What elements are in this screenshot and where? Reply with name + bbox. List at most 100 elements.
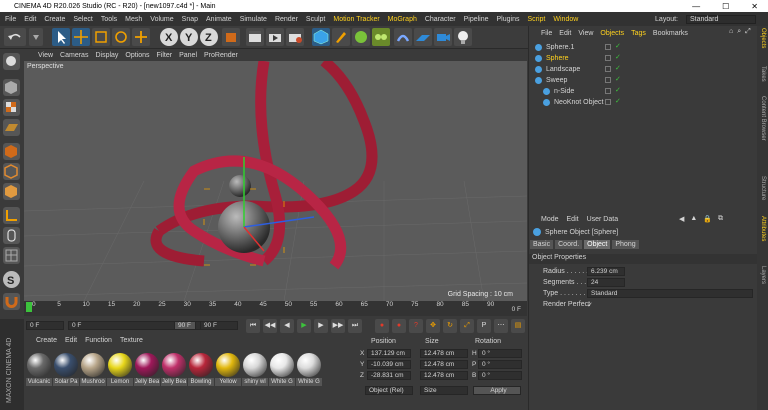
move-tool-button[interactable] bbox=[72, 28, 90, 46]
snap-button[interactable]: S bbox=[3, 271, 20, 288]
side-tab[interactable]: Layers bbox=[760, 266, 766, 284]
side-tab[interactable]: Takes bbox=[760, 66, 766, 82]
attr-tab-object[interactable]: Object bbox=[584, 240, 611, 249]
apply-button[interactable]: Apply bbox=[473, 386, 521, 395]
material-swatch[interactable]: shiny wl bbox=[242, 352, 268, 392]
subdivision-button[interactable] bbox=[352, 28, 370, 46]
attr-tab-phong[interactable]: Phong bbox=[612, 240, 639, 249]
timeline-ruler[interactable]: 0 5 10 15 20 25 30 35 40 45 50 55 60 65 70 75 80 85 90 0 F bbox=[24, 301, 527, 316]
enable-check-icon[interactable]: ✓ bbox=[615, 42, 621, 50]
close-button[interactable]: ✕ bbox=[751, 2, 758, 11]
lock-icon[interactable]: 🔒 bbox=[703, 215, 712, 223]
position-field[interactable]: 137.129 cm bbox=[367, 349, 411, 358]
size-field[interactable]: 12.478 cm bbox=[420, 349, 468, 358]
home-icon[interactable]: ⌂ bbox=[729, 28, 733, 36]
make-editable-button[interactable] bbox=[3, 53, 20, 70]
side-tab[interactable]: Structure bbox=[760, 176, 766, 200]
keyframe-selection-icon[interactable]: ? bbox=[409, 319, 423, 333]
viewport-menu-view[interactable]: View bbox=[38, 52, 53, 59]
attr-menu-user-data[interactable]: User Data bbox=[587, 216, 619, 223]
live-selection-button[interactable] bbox=[52, 28, 70, 46]
y-axis-button[interactable]: Y bbox=[180, 28, 198, 46]
viewport-menu-panel[interactable]: Panel bbox=[179, 52, 197, 59]
rotation-key-icon[interactable]: ↻ bbox=[443, 319, 457, 333]
coord-size-select[interactable]: Size bbox=[420, 386, 468, 395]
viewport-3d[interactable]: Perspective Grid Spacing : 10 cm bbox=[24, 61, 527, 301]
solo-button[interactable] bbox=[3, 247, 20, 264]
position-field[interactable]: -10.039 cm bbox=[367, 360, 411, 369]
material-swatch[interactable]: Vulcanic bbox=[26, 352, 52, 392]
render-view-button[interactable] bbox=[246, 28, 264, 46]
render-picture-viewer-button[interactable] bbox=[266, 28, 284, 46]
light-button[interactable] bbox=[454, 28, 472, 46]
pla-key-icon[interactable]: ⋯ bbox=[494, 319, 508, 333]
go-to-start-icon[interactable]: ⏮ bbox=[246, 319, 260, 333]
side-tab[interactable]: Content Browser bbox=[760, 96, 766, 141]
material-swatch[interactable]: Lemon bbox=[107, 352, 133, 392]
axis-mode-button[interactable] bbox=[3, 207, 20, 224]
tweak-mode-button[interactable] bbox=[3, 227, 20, 244]
enable-check-icon[interactable]: ✓ bbox=[615, 75, 621, 83]
visibility-toggle[interactable] bbox=[605, 99, 611, 105]
rotation-field[interactable]: 0 ° bbox=[478, 371, 522, 380]
next-frame-icon[interactable]: ▶ bbox=[314, 319, 328, 333]
material-swatch[interactable]: White G bbox=[296, 352, 322, 392]
end-frame-field[interactable]: 90 F bbox=[200, 321, 238, 330]
mat-menu-function[interactable]: Function bbox=[85, 337, 112, 344]
sphere-1-object[interactable] bbox=[229, 175, 251, 197]
viewport-menu-filter[interactable]: Filter bbox=[157, 52, 173, 59]
visibility-toggle[interactable] bbox=[605, 66, 611, 72]
edges-mode-button[interactable] bbox=[3, 163, 20, 180]
side-tab[interactable]: Objects bbox=[760, 28, 766, 48]
menu-snap[interactable]: Snap bbox=[182, 16, 198, 23]
menu-character[interactable]: Character bbox=[425, 16, 456, 23]
viewport-menu-display[interactable]: Display bbox=[95, 52, 118, 59]
next-key-icon[interactable]: ▶▶ bbox=[331, 319, 345, 333]
viewport-menu-prorender[interactable]: ProRender bbox=[204, 52, 238, 59]
object-row[interactable]: Sphere ✓ bbox=[529, 53, 758, 64]
record-icon[interactable]: ● bbox=[375, 319, 389, 333]
layout-select[interactable]: Standard bbox=[686, 14, 756, 24]
rotation-field[interactable]: 0 ° bbox=[478, 360, 522, 369]
enable-check-icon[interactable]: ✓ bbox=[615, 86, 621, 94]
pen-button[interactable] bbox=[332, 28, 350, 46]
back-arrow-icon[interactable]: ◀ bbox=[679, 215, 684, 223]
up-arrow-icon[interactable]: ▲ bbox=[690, 215, 697, 223]
menu-mograph[interactable]: MoGraph bbox=[388, 16, 417, 23]
menu-volume[interactable]: Volume bbox=[150, 16, 173, 23]
rotation-field[interactable]: 0 ° bbox=[478, 349, 522, 358]
floor-button[interactable] bbox=[414, 28, 432, 46]
render-settings-button[interactable] bbox=[286, 28, 304, 46]
end-frame-chip[interactable]: 90 F bbox=[174, 321, 196, 330]
attr-tab-coord[interactable]: Coord. bbox=[555, 240, 583, 249]
camera-button[interactable] bbox=[434, 28, 452, 46]
z-axis-button[interactable]: Z bbox=[200, 28, 218, 46]
mat-menu-edit[interactable]: Edit bbox=[65, 337, 77, 344]
polygons-mode-button[interactable] bbox=[3, 183, 20, 200]
timeline-window-icon[interactable]: ▤ bbox=[511, 319, 525, 333]
material-swatch[interactable]: Solar Pa bbox=[53, 352, 79, 392]
expand-icon[interactable]: ⤢ bbox=[745, 28, 751, 36]
menu-select[interactable]: Select bbox=[73, 16, 92, 23]
deformer-button[interactable] bbox=[394, 28, 412, 46]
attr-field-value[interactable]: 6.239 cm bbox=[587, 267, 625, 276]
param-key-icon[interactable]: P bbox=[477, 319, 491, 333]
visibility-toggle[interactable] bbox=[605, 55, 611, 61]
enable-check-icon[interactable]: ✓ bbox=[615, 97, 621, 105]
material-swatch[interactable]: Mushroo bbox=[80, 352, 106, 392]
mat-menu-texture[interactable]: Texture bbox=[120, 337, 143, 344]
points-mode-button[interactable] bbox=[3, 143, 20, 160]
obj-menu-file[interactable]: File bbox=[541, 30, 552, 37]
new-window-icon[interactable]: ⧉ bbox=[718, 215, 723, 223]
obj-menu-bookmarks[interactable]: Bookmarks bbox=[653, 30, 688, 37]
enable-check-icon[interactable]: ✓ bbox=[615, 53, 621, 61]
undo-button[interactable] bbox=[4, 28, 26, 46]
menu-window[interactable]: Window bbox=[553, 16, 578, 23]
attr-tab-basic[interactable]: Basic bbox=[530, 240, 554, 249]
side-tab[interactable]: Attributes bbox=[760, 216, 766, 241]
coord-mode-select[interactable]: Object (Rel) bbox=[365, 386, 413, 395]
prev-key-icon[interactable]: ◀◀ bbox=[263, 319, 277, 333]
recent-tool-button[interactable] bbox=[132, 28, 150, 46]
enable-check-icon[interactable]: ✓ bbox=[615, 64, 621, 72]
go-to-end-icon[interactable]: ⏭ bbox=[348, 319, 362, 333]
